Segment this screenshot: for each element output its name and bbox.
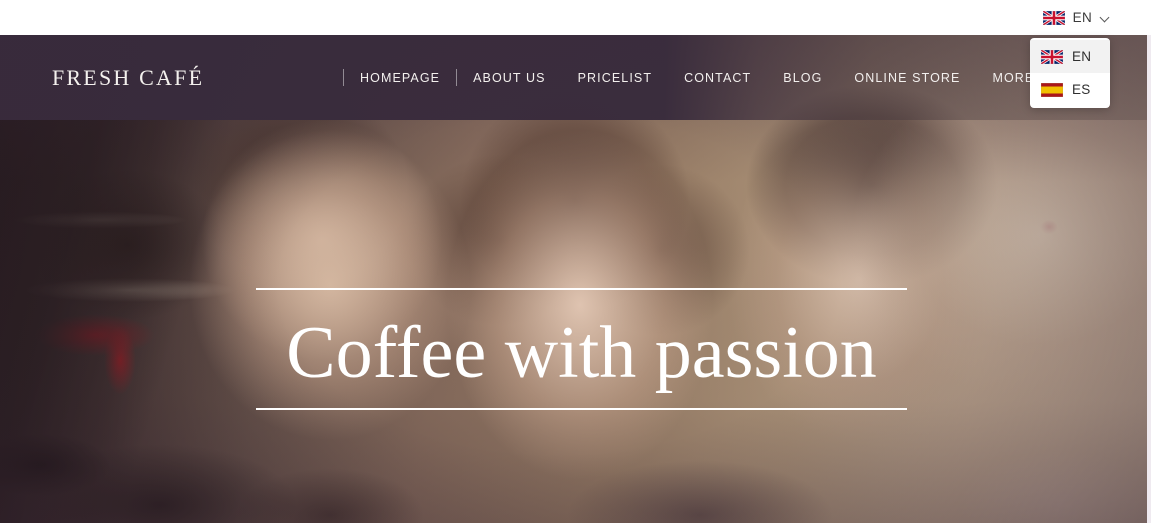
nav-item-blog[interactable]: BLOG: [767, 71, 838, 85]
top-bar: EN: [0, 0, 1151, 35]
nav-item-online-store[interactable]: ONLINE STORE: [838, 71, 976, 85]
page-root: EN EN ES FRESH CAFÉ HOMEPAGE ABOUT US PR…: [0, 0, 1151, 523]
language-selector-toggle[interactable]: EN: [1042, 0, 1110, 35]
nav-item-about-us[interactable]: ABOUT US: [457, 71, 561, 85]
hero-title: Coffee with passion: [286, 312, 877, 394]
nav-item-contact[interactable]: CONTACT: [668, 71, 767, 85]
main-navigation: HOMEPAGE ABOUT US PRICELIST CONTACT BLOG…: [343, 62, 1064, 94]
language-option-es-label: ES: [1072, 82, 1091, 97]
nav-item-homepage-label: HOMEPAGE: [360, 70, 441, 85]
uk-flag-icon: [1042, 10, 1065, 25]
nav-item-contact-label: CONTACT: [684, 70, 752, 85]
chevron-down-icon: [1101, 13, 1110, 22]
spain-flag-icon: [1041, 82, 1063, 97]
nav-item-more-label: MORE: [992, 70, 1035, 85]
site-logo[interactable]: FRESH CAFÉ: [52, 65, 204, 91]
hero-headline-block: Coffee with passion: [256, 288, 907, 410]
site-header: FRESH CAFÉ HOMEPAGE ABOUT US PRICELIST C…: [0, 35, 1147, 120]
language-current-label: EN: [1072, 10, 1092, 25]
nav-item-blog-label: BLOG: [783, 70, 823, 85]
nav-item-pricelist[interactable]: PRICELIST: [562, 71, 669, 85]
language-option-en[interactable]: EN: [1030, 40, 1110, 73]
hero-rule-bottom: [256, 408, 907, 410]
nav-item-about-us-label: ABOUT US: [473, 70, 546, 85]
language-option-en-label: EN: [1072, 49, 1092, 64]
uk-flag-icon: [1041, 49, 1063, 64]
nav-item-pricelist-label: PRICELIST: [577, 70, 653, 85]
language-dropdown-menu[interactable]: EN ES: [1030, 38, 1110, 108]
language-option-es[interactable]: ES: [1030, 73, 1110, 106]
nav-item-online-store-label: ONLINE STORE: [854, 70, 961, 85]
nav-item-homepage[interactable]: HOMEPAGE: [344, 71, 456, 85]
page-right-edge: [1147, 35, 1151, 523]
